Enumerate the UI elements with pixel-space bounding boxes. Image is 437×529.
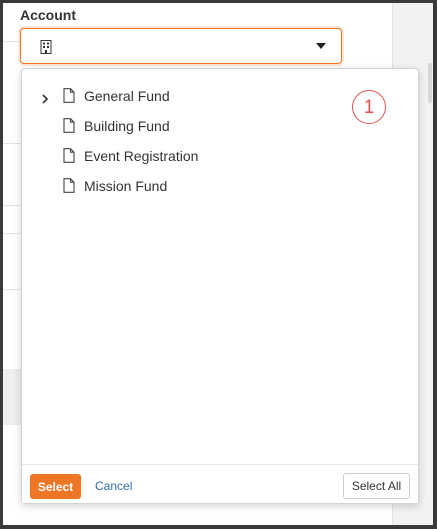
file-icon xyxy=(63,148,75,168)
account-tree: General Fund Building Fund Event Registr… xyxy=(22,81,418,201)
background-divider xyxy=(3,143,21,144)
window-frame: Account 1 General Fund Building Fund Eve… xyxy=(3,3,433,525)
cancel-link[interactable]: Cancel xyxy=(95,479,132,493)
tree-item-label: Building Fund xyxy=(84,118,170,134)
background-divider xyxy=(3,41,21,42)
tree-item-mission-fund[interactable]: Mission Fund xyxy=(22,171,418,201)
building-icon xyxy=(40,40,52,59)
dropdown-footer: Select Cancel Select All xyxy=(22,464,418,503)
account-dropdown: 1 General Fund Building Fund Event Regis… xyxy=(21,68,419,504)
caret-down-icon[interactable] xyxy=(316,43,326,49)
tree-item-building-fund[interactable]: Building Fund xyxy=(22,111,418,141)
tree-item-event-registration[interactable]: Event Registration xyxy=(22,141,418,171)
background-divider xyxy=(3,205,21,206)
tree-item-label: Event Registration xyxy=(84,148,199,164)
tree-item-label: Mission Fund xyxy=(84,178,168,194)
background-scrollbar xyxy=(428,63,432,103)
account-field-label: Account xyxy=(20,7,76,23)
tree-item-label: General Fund xyxy=(84,88,170,104)
background-divider xyxy=(3,289,21,290)
select-button[interactable]: Select xyxy=(30,474,81,499)
tree-item-general-fund[interactable]: General Fund xyxy=(22,81,418,111)
background-block xyxy=(3,369,21,425)
file-icon xyxy=(63,118,75,138)
chevron-right-icon[interactable] xyxy=(40,91,50,104)
background-divider xyxy=(3,233,21,234)
file-icon xyxy=(63,88,75,108)
select-all-button[interactable]: Select All xyxy=(343,473,410,499)
account-picker[interactable] xyxy=(20,28,342,64)
file-icon xyxy=(63,178,75,198)
